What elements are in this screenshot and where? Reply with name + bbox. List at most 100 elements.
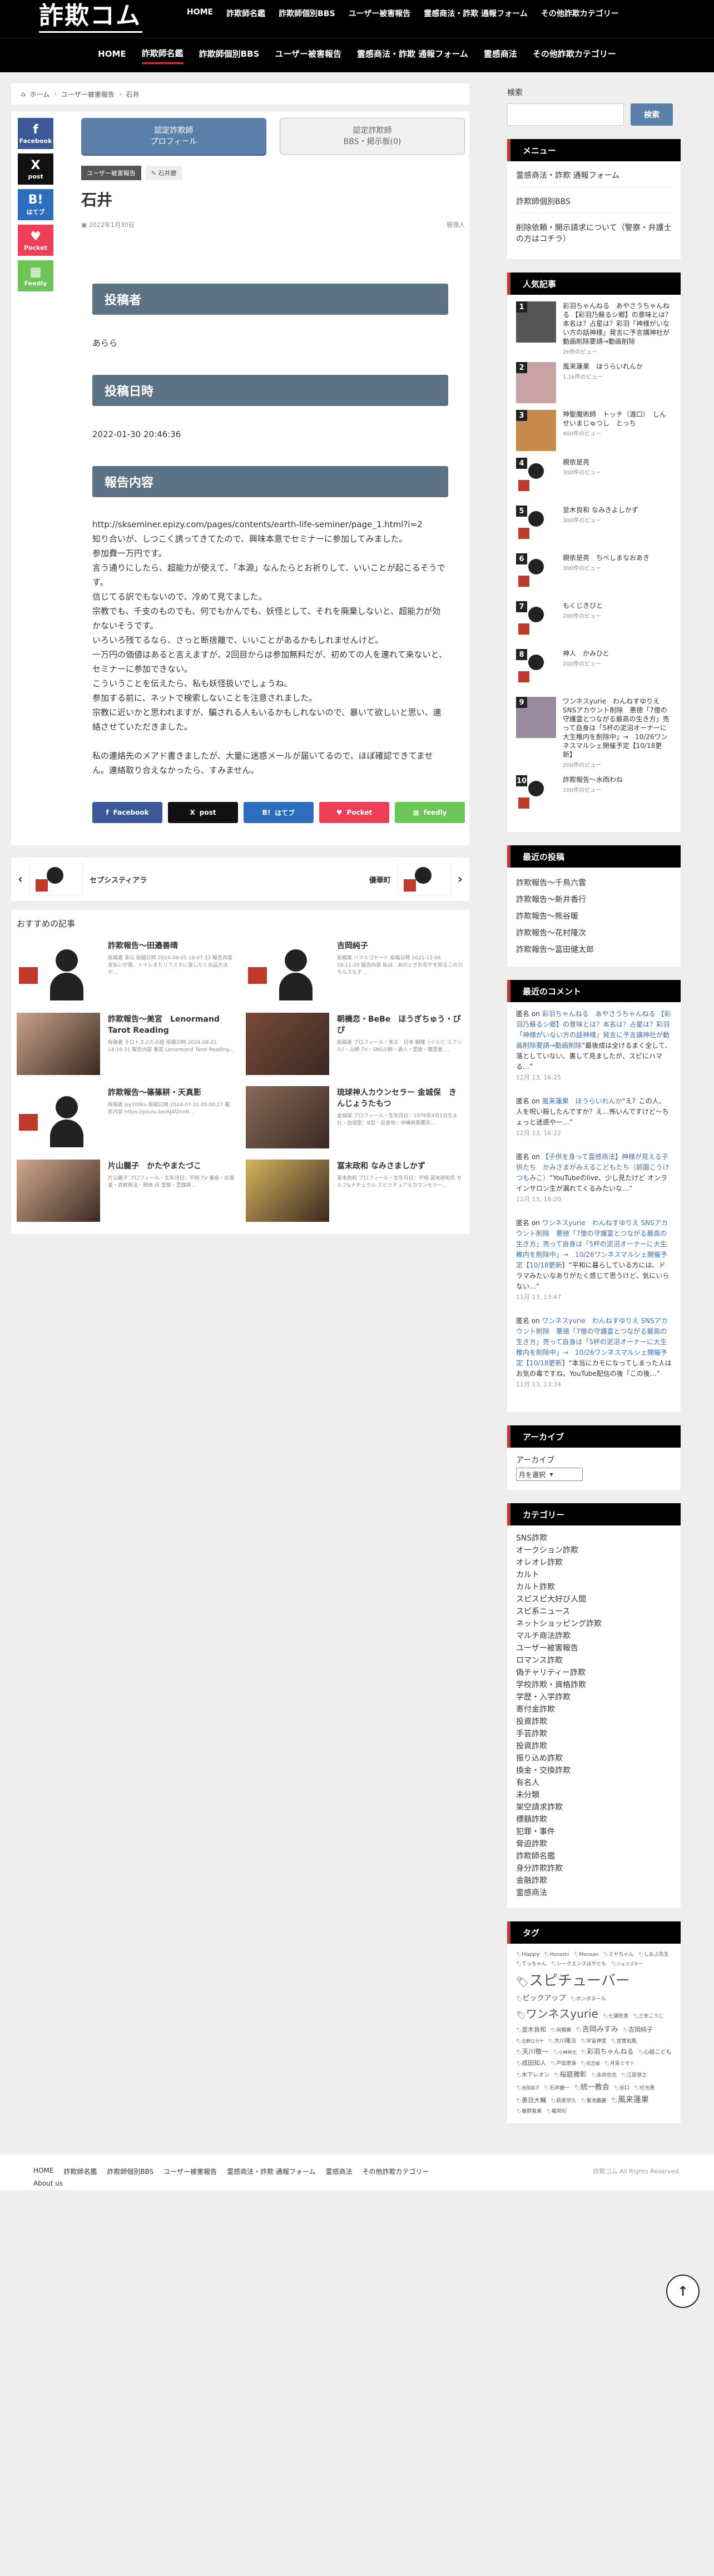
tag-link[interactable]: 🏷統一教会 (574, 2081, 609, 2092)
main-nav-reports[interactable]: ユーザー被害報告 (275, 48, 341, 63)
footer-nav-home[interactable]: HOME (33, 2167, 53, 2176)
menu-item-bbs[interactable]: 詐欺師個別BBS (516, 187, 672, 214)
tag-link[interactable]: 🏷谷口 (614, 2084, 629, 2091)
tag-link[interactable]: 🏷月兎ミサト (604, 2059, 634, 2067)
tag-link[interactable]: 🏷宮寶知鳳 (611, 2037, 636, 2044)
tab-profile[interactable]: 認定詐欺師 プロフィール (81, 118, 266, 155)
recommended-item[interactable]: 詐欺報告〜美宮 Lenormand Tarot Reading 投稿者 子ロトスぶ… (17, 1013, 235, 1075)
category-link[interactable]: 投資詐欺 (516, 1716, 672, 1728)
menu-item-removal[interactable]: 削除依頼・開示請求について（警察・弁護士の方はコチラ） (516, 214, 672, 250)
recommended-item[interactable]: 詐欺報告〜田邉善晴 投稿者 非公 投稿日時 2024-08-05 19:07:33… (17, 939, 235, 1002)
share-bottom-はてブ-button[interactable]: B! はてブ (244, 802, 314, 823)
comment-post-link[interactable]: 風来蓮果 ほうらいれんか (542, 1097, 622, 1105)
category-link[interactable]: 脅迫詐欺 (516, 1838, 672, 1850)
category-link[interactable]: SNS詐欺 (516, 1532, 672, 1544)
back-to-top-button[interactable]: ↑ (666, 2275, 700, 2308)
share-bottom-pocket-button[interactable]: ♥ Pocket (319, 802, 389, 823)
category-link[interactable]: 投資詐欺 (516, 1740, 672, 1752)
tag-link[interactable]: 🏷彩羽ちゃんねる (581, 2047, 634, 2056)
tag-link[interactable]: 🏷ピックアップ (516, 1992, 566, 2003)
category-link[interactable]: オレオレ詐欺 (516, 1557, 672, 1569)
recommended-item[interactable]: 冨末政和 なみさましかず 冨末政和 プロフィール・生年月日：不明 冨末政和氏 セル… (246, 1160, 464, 1222)
category-link[interactable]: ロマンス詐欺 (516, 1654, 672, 1667)
popular-item[interactable]: 2 風来蓮果 ほうらいれんか 1.1k件のビュー (516, 362, 672, 403)
tag-link[interactable]: 🏷龍邦杉 (546, 2107, 567, 2114)
archive-select[interactable]: 月を選択 ▾ (516, 1468, 583, 1481)
category-link[interactable]: スピ系ニュース (516, 1606, 672, 1618)
category-link[interactable]: マルチ商法詐欺 (516, 1630, 672, 1642)
tag-link[interactable]: 🏷ジュリズキー (611, 1961, 643, 1967)
footer-nav-bbs[interactable]: 詐欺師個別BBS (107, 2167, 153, 2176)
category-link[interactable]: 未分類 (516, 1789, 672, 1801)
tag-link[interactable]: 🏷Happy (516, 1951, 539, 1958)
tag-link[interactable]: 🏷菊池義慶 (581, 2097, 606, 2104)
tag-link[interactable]: 🏷てっちゃん (516, 1960, 547, 1967)
popular-item[interactable]: 3 神聖魔術師 トッチ（渡口） しんせいまじゅつし とっち 400件のビュー (516, 410, 672, 451)
footer-nav-reports[interactable]: ユーザー被害報告 (163, 2167, 217, 2176)
tag-link[interactable]: 🏷吉野ロカヤ (516, 2038, 544, 2044)
tag-link[interactable]: 🏷萩原宗久 (551, 2097, 576, 2104)
tag-link[interactable]: 🏷Honami (544, 1952, 569, 1958)
popular-item[interactable]: 9 ワンネスyurie わんねすゆりえ SNSアカウント削除 悪徳「7億の守護霊と… (516, 697, 672, 769)
category-badge[interactable]: ユーザー被害報告 (81, 166, 141, 180)
tag-link[interactable]: 🏷永井信也 (591, 2071, 617, 2078)
tag-link[interactable]: 🏷スピチューバー (516, 1969, 630, 1990)
top-nav-bbs[interactable]: 詐欺師個別BBS (279, 8, 335, 19)
menu-item-form[interactable]: 霊感商法・詐欺 通報フォーム (516, 161, 672, 187)
recommended-item[interactable]: 朝機恋・BeBe ほうぎちゅう・ぴぴ 投稿者 プロフィール・来る 日本 朝様（イル… (246, 1013, 464, 1075)
recommended-item[interactable]: 琉球神人カウンセラー 金城保 きんじょうたもつ 金城保 プロフィール・生年月日：1… (246, 1086, 464, 1148)
recent-post-link[interactable]: 詐欺報告〜熊谷暖 (516, 908, 672, 924)
recent-post-link[interactable]: 詐欺報告〜新井香行 (516, 891, 672, 908)
recent-post-link[interactable]: 詐欺報告〜花村隆次 (516, 924, 672, 941)
tag-link[interactable]: 🏷Monsan (573, 1952, 598, 1958)
breadcrumb-parent[interactable]: ユーザー被害報告 (61, 90, 115, 99)
category-link[interactable]: 振り込め詐欺 (516, 1752, 672, 1765)
tag-link[interactable]: 🏷心結こども (638, 2047, 671, 2055)
tag-link[interactable]: 🏷池田昌子 (516, 2085, 539, 2091)
category-link[interactable]: 詐欺師名鑑 (516, 1850, 672, 1862)
popular-item[interactable]: 5 並木良和 なみきよしかず 300件のビュー (516, 506, 672, 547)
category-link[interactable]: 寄付金詐欺 (516, 1703, 672, 1716)
category-link[interactable]: 有名人 (516, 1777, 672, 1789)
recent-post-link[interactable]: 詐欺報告〜冨田健太郎 (516, 941, 672, 958)
main-nav-spiritual[interactable]: 霊感商法 (484, 48, 517, 63)
tag-link[interactable]: 🏷並木良和 (516, 2025, 546, 2034)
category-link[interactable]: オークション詐欺 (516, 1544, 672, 1557)
tag-link[interactable]: 🏷風来蓮果 (611, 2094, 649, 2105)
tag-link[interactable]: 🏷石井慶一 (544, 2084, 569, 2091)
tag-link[interactable]: 🏷成田知人 (516, 2058, 546, 2067)
popular-item[interactable]: 8 神人 かみひと 200件のビュー (516, 649, 672, 690)
category-link[interactable]: 学校詐欺・資格詐欺 (516, 1679, 672, 1691)
main-nav-home[interactable]: HOME (98, 49, 126, 62)
tab-bbs[interactable]: 認定詐欺師 BBS・掲示板(0) (280, 118, 465, 155)
category-link[interactable]: カルト (516, 1569, 672, 1581)
category-link[interactable]: 金融詐欺 (516, 1875, 672, 1887)
tag-link[interactable]: 🏷社光悪 (634, 2084, 654, 2091)
category-link[interactable]: 霊感商法 (516, 1887, 672, 1899)
main-nav-form[interactable]: 霊感商法・詐欺 通報フォーム (357, 48, 468, 63)
popular-item[interactable]: 6 親依是亮 ちべしまなおあき 300件のビュー (516, 553, 672, 595)
category-link[interactable]: 手芸詐欺 (516, 1728, 672, 1740)
top-nav-home[interactable]: HOME (187, 8, 213, 19)
tag-link[interactable]: 🏷ボンボヌール (571, 1995, 606, 2002)
tag-link[interactable]: 🏷吉岡純子 (623, 2025, 653, 2034)
popular-item[interactable]: 1 彩羽ちゃんねる あやさうちゃんねる 【彩羽乃蘇るシ郷】の意味とは？本名は？占星… (516, 301, 672, 355)
share-bottom-feedly-button[interactable]: ▦ feedly (395, 802, 465, 823)
main-nav-other[interactable]: その他詐欺カテゴリー (533, 48, 616, 63)
prev-post-link[interactable]: ‹ セプシスティアラ (18, 863, 147, 895)
top-nav-other[interactable]: その他詐欺カテゴリー (541, 8, 619, 19)
tag-link[interactable]: 🏷江原啓之 (621, 2071, 647, 2078)
recommended-item[interactable]: 吉岡純子 投稿者 ハマルコヤード 投稿日時 2021-12-06 18:11:20… (246, 939, 464, 1002)
category-link[interactable]: ユーザー被害報告 (516, 1642, 672, 1654)
share-post-button[interactable]: Xpost (18, 153, 53, 185)
footer-about-link[interactable]: About us (33, 2179, 681, 2187)
category-link[interactable]: 犯罪・事件 (516, 1826, 672, 1838)
footer-nav-other[interactable]: その他詐欺カテゴリー (363, 2167, 429, 2176)
category-link[interactable]: カルト詐欺 (516, 1581, 672, 1593)
footer-nav-fraudsters[interactable]: 詐欺師名鑑 (63, 2167, 97, 2176)
tag-link[interactable]: 🏷戸田恵保 (551, 2059, 576, 2067)
post-author[interactable]: 管理人 (447, 220, 465, 229)
tag-link[interactable]: 🏷小林神光 (553, 2049, 577, 2055)
tag-link[interactable]: 🏷ミヤちゃん (603, 1950, 633, 1958)
search-button[interactable]: 検索 (631, 103, 673, 126)
